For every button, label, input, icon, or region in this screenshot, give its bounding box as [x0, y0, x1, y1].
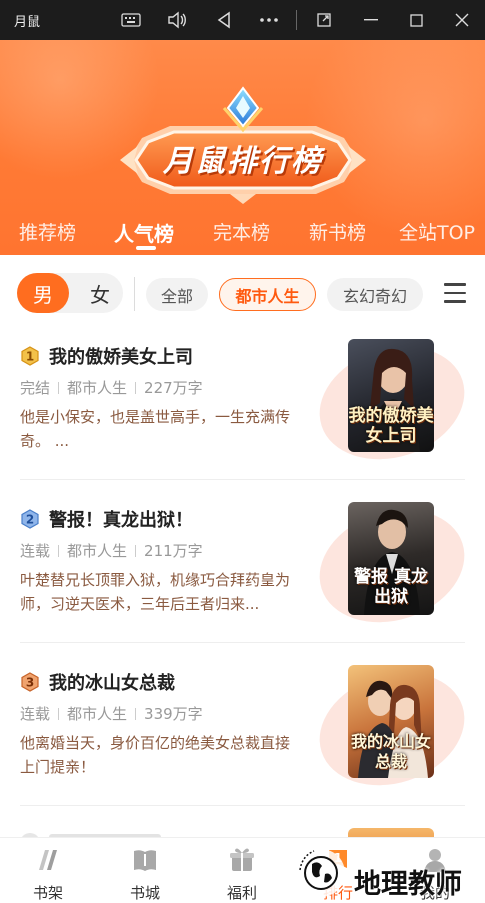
- banner-title: 月鼠排行榜: [163, 144, 323, 179]
- nav-welfare[interactable]: 福利: [207, 838, 277, 903]
- book-meta: 连载 都市人生 211万字: [20, 540, 203, 561]
- svg-text:1: 1: [26, 350, 34, 364]
- book-meta: 完结 都市人生 227万字: [20, 377, 203, 398]
- book-category: 都市人生: [67, 542, 128, 560]
- watermark-text: 地理教师: [354, 869, 462, 900]
- svg-text:3: 3: [26, 676, 34, 690]
- cover-image: 我的冰山女总裁: [348, 665, 434, 778]
- rank-2-badge: 2: [20, 509, 40, 529]
- filter-divider: [134, 277, 135, 311]
- tab-popular[interactable]: 人气榜: [114, 218, 174, 247]
- minimize-icon[interactable]: [359, 8, 383, 32]
- category-chip-fantasy[interactable]: 玄幻奇幻: [327, 278, 423, 311]
- ranking-tabs: 推荐榜 人气榜 完本榜 新书榜 全站TOP: [0, 212, 485, 252]
- book-status: 完结: [20, 379, 51, 397]
- category-chip-urban[interactable]: 都市人生: [219, 278, 316, 311]
- gender-male-button[interactable]: 男: [17, 273, 69, 313]
- book-category: 都市人生: [67, 379, 128, 397]
- cover-image: 警报 真龙出狱: [348, 502, 434, 615]
- tab-completed[interactable]: 完本榜: [213, 218, 270, 245]
- nav-book-store[interactable]: 书城: [110, 838, 180, 903]
- keyboard-icon[interactable]: [119, 8, 143, 32]
- menu-icon[interactable]: [444, 283, 466, 303]
- rank-3-badge: 3: [20, 672, 40, 692]
- bookshelf-icon: [39, 850, 57, 870]
- watermark: 地理教师: [292, 846, 482, 900]
- ranking-header: 月鼠排行榜 推荐榜 人气榜 完本榜 新书榜 全站TOP: [0, 40, 485, 255]
- book-meta: 连载 都市人生 339万字: [20, 703, 203, 724]
- list-divider: [20, 642, 465, 643]
- book-description: 他是小保安，也是盖世高手，一生充满传奇。 ...: [20, 408, 291, 450]
- gift-icon: [230, 848, 254, 871]
- book-store-icon: [134, 850, 156, 871]
- tab-site-top[interactable]: 全站TOP: [399, 218, 475, 245]
- list-divider: [20, 805, 465, 806]
- cover-title: 我的傲娇美女上司: [348, 406, 434, 446]
- filter-bar: 男 女 全部 都市人生 玄幻奇幻: [0, 255, 485, 327]
- book-word-count: 211万字: [144, 542, 203, 560]
- rank-1-badge: 1: [20, 346, 40, 366]
- popout-icon[interactable]: [312, 8, 336, 32]
- tab-new[interactable]: 新书榜: [309, 218, 366, 245]
- book-cover[interactable]: 我的冰山女总裁: [304, 654, 480, 804]
- book-description: 他离婚当天，身价百亿的绝美女总裁直接上门提亲！: [20, 734, 291, 776]
- close-icon[interactable]: [450, 8, 474, 32]
- svg-text:2: 2: [26, 513, 34, 527]
- list-item[interactable]: 2 警报！真龙出狱！ 连载 都市人生 211万字 叶楚替兄长顶罪入狱，机缘巧合拜…: [0, 490, 485, 650]
- book-title[interactable]: 我的冰山女总裁: [49, 669, 175, 695]
- titlebar-divider: [296, 10, 297, 30]
- nav-bookshelf[interactable]: 书架: [13, 838, 83, 903]
- cover-image: 我的傲娇美女上司: [348, 339, 434, 452]
- back-icon[interactable]: [212, 8, 236, 32]
- book-status: 连载: [20, 542, 51, 560]
- more-icon[interactable]: [257, 8, 281, 32]
- window-title: 月鼠: [14, 15, 41, 30]
- nav-label: 书城: [129, 884, 160, 902]
- cover-title: 警报 真龙出狱: [354, 567, 428, 607]
- book-word-count: 227万字: [144, 379, 203, 397]
- volume-icon[interactable]: [165, 8, 189, 32]
- nav-label: 书架: [32, 884, 63, 902]
- active-tab-indicator: [136, 246, 156, 250]
- book-word-count: 339万字: [144, 705, 203, 723]
- book-title[interactable]: 警报！真龙出狱！: [49, 506, 193, 532]
- window-titlebar: 月鼠: [0, 0, 485, 40]
- tab-recommend[interactable]: 推荐榜: [19, 218, 76, 245]
- category-chip-all[interactable]: 全部: [146, 278, 208, 311]
- globe-logo-icon: [297, 849, 345, 897]
- book-category: 都市人生: [67, 705, 128, 723]
- nav-label: 福利: [226, 884, 257, 902]
- gender-toggle: 男 女: [17, 273, 123, 313]
- book-status: 连载: [20, 705, 51, 723]
- list-item[interactable]: 1 我的傲娇美女上司 完结 都市人生 227万字 他是小保安，也是盖世高手，一生…: [0, 327, 485, 487]
- gender-female-button[interactable]: 女: [77, 273, 123, 313]
- cover-title: 我的冰山女总裁: [350, 732, 431, 771]
- book-cover[interactable]: 我的傲娇美女上司: [304, 328, 480, 478]
- list-item[interactable]: 3 我的冰山女总裁 连载 都市人生 339万字 他离婚当天，身价百亿的绝美女总裁…: [0, 653, 485, 813]
- book-cover[interactable]: 警报 真龙出狱: [304, 491, 480, 641]
- book-description: 叶楚替兄长顶罪入狱，机缘巧合拜药皇为师，习逆天医术，三年后王者归来...: [20, 571, 291, 613]
- maximize-icon[interactable]: [404, 8, 428, 32]
- list-divider: [20, 479, 465, 480]
- book-title[interactable]: 我的傲娇美女上司: [49, 343, 193, 369]
